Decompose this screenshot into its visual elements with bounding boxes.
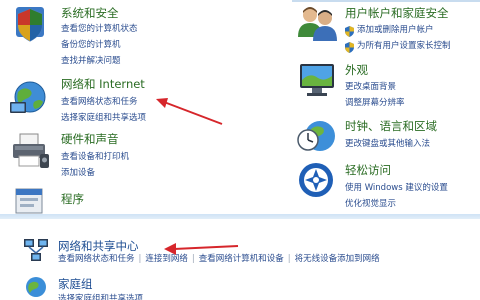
network-internet-title[interactable]: 网络和 Internet — [61, 76, 145, 92]
homegroup-icon[interactable] — [22, 275, 50, 299]
programs-title[interactable]: 程序 — [61, 191, 84, 207]
link-devices-printers[interactable]: 查看设备和打印机 — [61, 150, 129, 162]
homegroup-title[interactable]: 家庭组 — [58, 276, 93, 292]
link-recommended-settings[interactable]: 使用 Windows 建议的设置 — [345, 181, 448, 193]
appearance-title[interactable]: 外观 — [345, 62, 368, 78]
control-panel-categories: 系统和安全 查看您的计算机状态 备份您的计算机 查找并解决问题 网络和 Inte… — [0, 0, 480, 218]
clock-globe-icon[interactable] — [296, 114, 338, 156]
ease-of-access-icon[interactable] — [296, 160, 336, 200]
link-view-network-status[interactable]: 查看网络状态和任务 — [61, 95, 138, 107]
link-change-background[interactable]: 更改桌面背景 — [345, 80, 396, 92]
link-network-status[interactable]: 查看网络状态和任务 — [58, 254, 135, 264]
network-sharing-panel: 网络和共享中心 查看网络状态和任务 | 连接到网络 | 查看网络计算机和设备 | 将无线设备… — [0, 219, 480, 300]
link-screen-resolution[interactable]: 调整屏幕分辨率 — [345, 96, 405, 108]
link-add-wireless[interactable]: 将无线设备添加到网络 — [295, 254, 380, 264]
network-center-icon[interactable] — [22, 237, 50, 265]
hardware-sound-title[interactable]: 硬件和声音 — [61, 131, 119, 147]
users-icon[interactable] — [296, 3, 338, 45]
printer-icon[interactable] — [10, 130, 52, 172]
users-title[interactable]: 用户帐户和家庭安全 — [345, 5, 449, 21]
link-homegroup-sharing[interactable]: 选择家庭组和共享选项 — [61, 111, 146, 123]
network-globe-icon[interactable] — [8, 78, 52, 116]
system-security-title[interactable]: 系统和安全 — [61, 5, 119, 21]
appearance-icon[interactable] — [296, 60, 338, 100]
system-security-shield-icon[interactable] — [10, 3, 50, 47]
link-keyboard-input[interactable]: 更改键盘或其他输入法 — [345, 137, 430, 149]
link-backup-computer[interactable]: 备份您的计算机 — [61, 38, 121, 50]
ease-of-access-title[interactable]: 轻松访问 — [345, 162, 391, 178]
uac-shield-icon — [345, 22, 354, 37]
programs-icon[interactable] — [12, 185, 50, 215]
link-parental-controls[interactable]: 为所有用户设置家长控制 — [357, 39, 451, 51]
link-add-remove-accounts[interactable]: 添加或删除用户帐户 — [357, 23, 434, 35]
link-divider: | — [138, 254, 142, 264]
link-homegroup-options[interactable]: 选择家庭组和共享选项 — [58, 292, 143, 300]
clock-region-title[interactable]: 时钟、语言和区域 — [345, 118, 437, 134]
link-divider: | — [287, 254, 291, 264]
link-add-device[interactable]: 添加设备 — [61, 166, 95, 178]
link-troubleshoot[interactable]: 查找并解决问题 — [61, 54, 121, 66]
link-view-computer-status[interactable]: 查看您的计算机状态 — [61, 22, 138, 34]
link-optimize-display[interactable]: 优化视觉显示 — [345, 197, 396, 209]
annotation-arrow-bottom — [164, 243, 239, 255]
annotation-arrow-top — [156, 98, 223, 125]
header-strip — [292, 0, 480, 2]
uac-shield-icon — [345, 38, 354, 53]
